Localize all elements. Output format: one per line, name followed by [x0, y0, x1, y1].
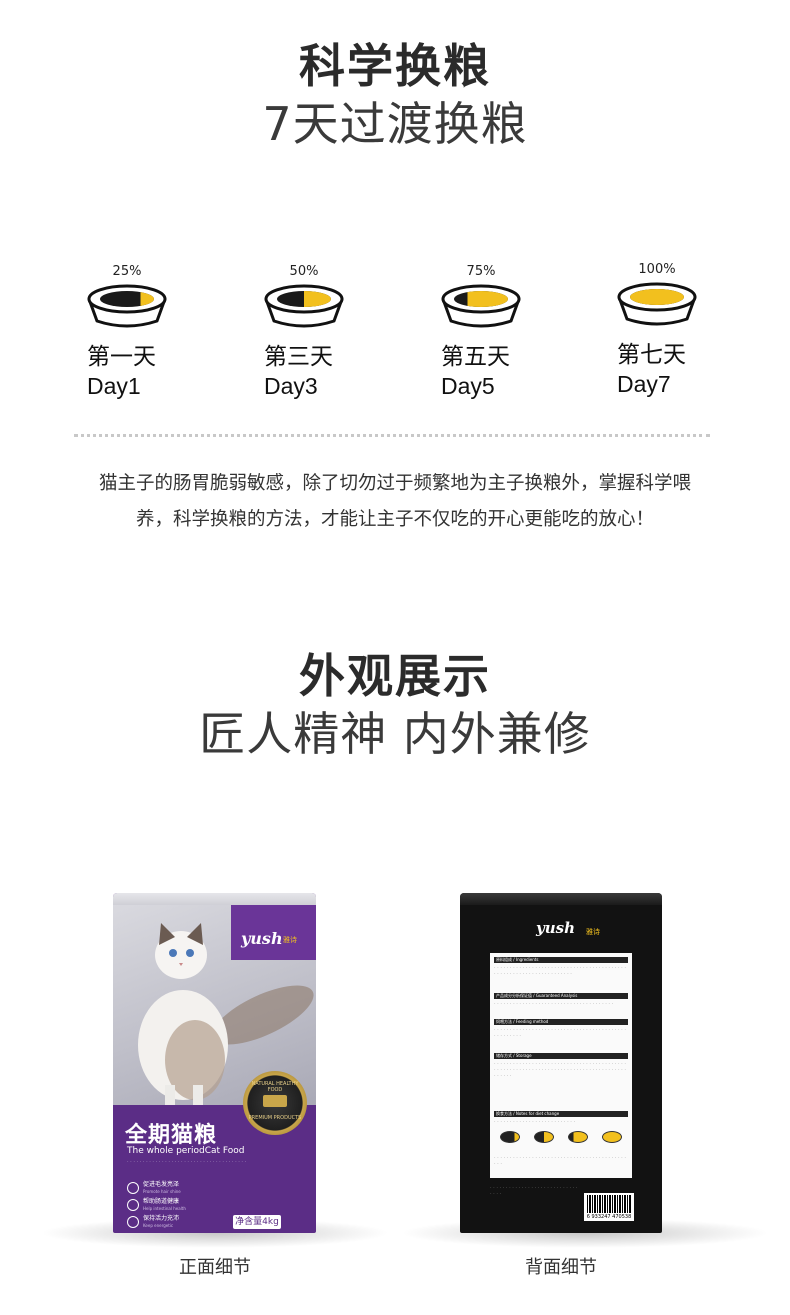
bowl-icon: [87, 284, 167, 328]
barcode: 6 933247 470538: [584, 1193, 634, 1221]
paragraph-line: 养，科学换粮的方法，才能让主子不仅吃的开心更能吃的放心！: [135, 509, 654, 530]
feature-label-en: Keep energetic: [143, 1222, 174, 1228]
info-text-block: · · · · · · · · · · · · · · · · · · · · …: [494, 1155, 626, 1167]
feature-label: 保持活力充沛: [143, 1214, 180, 1222]
barcode-number: 6 933247 470538: [586, 1214, 632, 1220]
brand-logo: yush: [241, 929, 283, 948]
intestine-icon: [127, 1198, 139, 1211]
quality-seal: NATURAL HEALTHY FOOD PREMIUM PRODUCTS: [243, 1071, 307, 1135]
mini-bowl-row: [500, 1131, 622, 1149]
intro-paragraph: 猫主子的肠胃脆弱敏感，除了切勿过于频繁地为主子换粮外，掌握科学喂 养，科学换粮的…: [40, 466, 750, 538]
step-percent: 50%: [289, 264, 319, 279]
step-day5: 75% 第五天 Day5: [441, 264, 561, 401]
product-description: · · · · · · · · · · · · · · · · · · · · …: [127, 1159, 247, 1165]
step-percent: 75%: [466, 264, 496, 279]
step-day-cn: 第七天: [617, 342, 686, 368]
info-text-block: · · · · · · · · · · · · · · · · · · · · …: [494, 1027, 626, 1039]
net-weight-badge: 净含量4kg: [233, 1215, 281, 1229]
seal-top-text: NATURAL HEALTHY FOOD: [251, 1081, 299, 1093]
paragraph-line: 猫主子的肠胃脆弱敏感，除了切勿过于频繁地为主子换粮外，掌握科学喂: [98, 473, 691, 494]
energy-icon: [127, 1215, 139, 1228]
info-text-block: · · · · · · · · · · · · · · · · · · · · …: [494, 1001, 614, 1007]
front-package-image: yush 雅诗 NATURAL HEALTHY FOOD PREMIUM PRO…: [113, 893, 316, 1233]
section-subtitle-transition: 7天过渡换粮: [262, 97, 528, 151]
bowl-icon: [534, 1131, 554, 1143]
hair-icon: [127, 1181, 139, 1194]
section-title-feed-change: 科学换粮: [299, 39, 491, 93]
step-day-cn: 第一天: [87, 344, 156, 370]
info-text-block: · · · · · · · · · · · · · · · · · · · · …: [494, 965, 626, 977]
barcode-bars: [587, 1195, 631, 1213]
brand-tab: yush 雅诗: [231, 905, 316, 960]
crown-icon: [263, 1095, 287, 1107]
info-text-block: · · · · · · · · · · · · · · · · · · · · …: [494, 1119, 576, 1125]
brand-logo-cn: 雅诗: [586, 928, 600, 936]
back-detail-caption: 背面细节: [525, 1257, 597, 1278]
feature-label: 促进毛发亮泽: [143, 1180, 180, 1188]
brand-logo: yush: [536, 919, 575, 937]
info-panel: 原料组成 / Ingredients · · · · · · · · · · ·…: [490, 953, 632, 1178]
feature-item: 帮助肠道健康 Help intestinal health: [127, 1196, 227, 1213]
step-day-en: Day1: [87, 373, 141, 399]
feature-item: 促进毛发亮泽 Promote hair shine: [127, 1179, 227, 1196]
step-day3: 50% 第三天 Day3: [264, 264, 384, 401]
info-section-header: 原料组成 / Ingredients: [494, 957, 628, 963]
feature-label-en: Promote hair shine: [143, 1188, 181, 1194]
bowl-icon: [441, 284, 521, 328]
manufacturer-info: · · · · · · · · · · · · · · · · · · · · …: [490, 1185, 578, 1197]
step-day-en: Day7: [617, 371, 671, 397]
back-package-image: yush 雅诗 原料组成 / Ingredients · · · · · · ·…: [460, 893, 662, 1233]
info-section-header: 换食方法 / Notes for diet change: [494, 1111, 628, 1117]
step-percent: 25%: [112, 264, 142, 279]
step-day-cn: 第五天: [441, 344, 510, 370]
step-percent: 100%: [638, 262, 676, 277]
step-day7: 100% 第七天 Day7: [617, 262, 737, 399]
product-name-en: The whole periodCat Food: [127, 1146, 245, 1156]
info-section-header: 产品成分分析保证值 / Guaranteed Analysis: [494, 993, 628, 999]
brand-logo-cn: 雅诗: [283, 936, 297, 944]
package-seal-strip: [113, 893, 316, 905]
bowl-icon: [264, 284, 344, 328]
step-day-cn: 第三天: [264, 344, 333, 370]
info-section-header: 饲喂方法 / Feeding method: [494, 1019, 628, 1025]
bowl-icon: [602, 1131, 622, 1143]
feature-list: 促进毛发亮泽 Promote hair shine 帮助肠道健康 Help in…: [127, 1179, 227, 1230]
info-section-header: 储存方式 / Storage: [494, 1053, 628, 1059]
section-title-appearance: 外观展示: [299, 649, 491, 703]
dotted-divider: [74, 434, 710, 437]
section-subtitle-craftsmanship: 匠人精神 内外兼修: [199, 707, 591, 761]
bowl-icon: [568, 1131, 588, 1143]
feature-label-en: Help intestinal health: [143, 1205, 186, 1211]
step-day-en: Day3: [264, 373, 318, 399]
front-detail-caption: 正面细节: [179, 1257, 251, 1278]
step-day1: 25% 第一天 Day1: [87, 264, 207, 401]
step-day-en: Day5: [441, 373, 495, 399]
info-text-block: · · · · · · · · · · · · · · · · · · · · …: [494, 1061, 626, 1079]
package-seal-strip: [460, 893, 662, 905]
seal-bottom-text: PREMIUM PRODUCTS: [248, 1115, 302, 1121]
product-name: 全期猫粮: [125, 1123, 218, 1148]
bowl-icon: [500, 1131, 520, 1143]
bowl-icon: [617, 282, 697, 326]
feature-item: 保持活力充沛 Keep energetic: [127, 1213, 227, 1230]
feature-label: 帮助肠道健康: [143, 1197, 180, 1205]
